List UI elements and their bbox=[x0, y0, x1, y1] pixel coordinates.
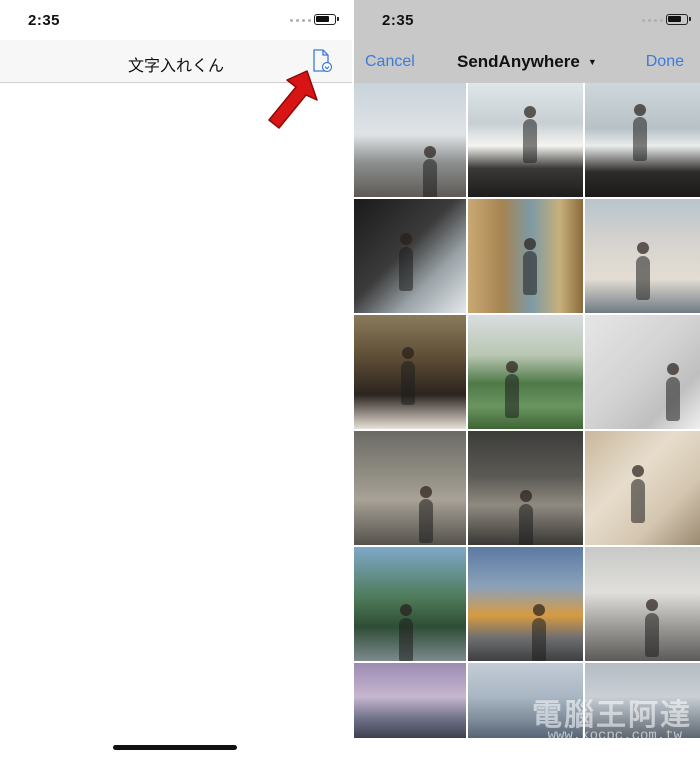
photo-subject-head bbox=[645, 599, 658, 612]
status-bar: 2:35 bbox=[0, 0, 352, 40]
photo-subject-head bbox=[634, 103, 647, 116]
photo-thumbnail[interactable] bbox=[354, 547, 466, 661]
red-pointer-arrow-icon bbox=[268, 70, 318, 129]
photo-subject bbox=[518, 503, 533, 545]
photo-subject-head bbox=[399, 233, 412, 246]
photo-thumbnail[interactable] bbox=[585, 83, 700, 197]
photo-subject bbox=[401, 360, 416, 405]
photo-thumbnail[interactable] bbox=[585, 431, 700, 545]
photo-subject-head bbox=[399, 604, 412, 616]
photo-thumbnail[interactable] bbox=[468, 431, 583, 545]
photo-subject bbox=[635, 256, 650, 300]
status-time: 2:35 bbox=[28, 12, 61, 29]
photo-subject bbox=[523, 251, 538, 296]
photo-thumbnail[interactable] bbox=[354, 431, 466, 545]
photo-subject-head bbox=[666, 362, 679, 375]
photo-subject-head bbox=[424, 145, 437, 158]
photo-subject-head bbox=[533, 604, 546, 616]
photo-subject-head bbox=[636, 242, 649, 255]
photo-subject bbox=[532, 617, 547, 661]
photo-picker-nav-bar: Cancel SendAnywhere ▼ Done bbox=[354, 40, 700, 83]
status-bar: 2:35 bbox=[354, 0, 700, 40]
done-button[interactable]: Done bbox=[646, 53, 684, 71]
photo-subject bbox=[418, 499, 433, 544]
cancel-button[interactable]: Cancel bbox=[365, 53, 415, 71]
home-indicator[interactable] bbox=[113, 745, 237, 750]
photo-thumbnail[interactable] bbox=[468, 547, 583, 661]
photo-thumbnail[interactable] bbox=[354, 83, 466, 197]
photo-thumbnail[interactable] bbox=[468, 315, 583, 429]
photo-subject-head bbox=[632, 465, 644, 478]
album-name: SendAnywhere bbox=[457, 52, 580, 71]
right-screen: 2:35 Cancel SendAnywhere ▼ Done 電腦王阿達 ww… bbox=[354, 0, 700, 758]
signal-icon bbox=[642, 19, 663, 22]
photo-thumbnail[interactable] bbox=[585, 199, 700, 313]
photo-subject-head bbox=[402, 346, 415, 359]
photo-subject bbox=[633, 117, 648, 162]
photo-thumbnail[interactable] bbox=[468, 83, 583, 197]
photo-thumbnail[interactable] bbox=[354, 199, 466, 313]
photo-subject bbox=[665, 376, 680, 421]
photo-thumbnail[interactable] bbox=[354, 663, 466, 738]
photo-thumbnail[interactable] bbox=[354, 315, 466, 429]
photo-subject-head bbox=[505, 360, 518, 373]
photo-thumbnail[interactable] bbox=[585, 547, 700, 661]
photo-thumbnail[interactable] bbox=[468, 199, 583, 313]
photo-subject bbox=[644, 613, 659, 658]
photo-subject bbox=[523, 119, 538, 164]
photo-thumbnail[interactable] bbox=[585, 315, 700, 429]
watermark-url: www.kocpc.com.tw bbox=[547, 728, 682, 744]
photo-subject bbox=[398, 617, 413, 661]
photo-subject bbox=[504, 374, 519, 419]
battery-icon bbox=[314, 14, 339, 25]
signal-icon bbox=[290, 19, 311, 22]
left-screen: 2:35 文字入れくん bbox=[0, 0, 352, 758]
photo-subject-head bbox=[524, 105, 537, 118]
photo-subject-head bbox=[524, 237, 537, 250]
photo-subject bbox=[423, 159, 438, 197]
status-time: 2:35 bbox=[382, 12, 415, 29]
battery-icon bbox=[666, 14, 691, 25]
photo-subject-head bbox=[419, 485, 432, 498]
album-selector[interactable]: SendAnywhere ▼ bbox=[457, 52, 597, 72]
photo-subject bbox=[631, 478, 645, 523]
caret-down-icon: ▼ bbox=[587, 57, 597, 67]
photo-subject bbox=[398, 246, 413, 291]
photo-grid bbox=[354, 83, 700, 738]
photo-subject-head bbox=[519, 490, 532, 503]
